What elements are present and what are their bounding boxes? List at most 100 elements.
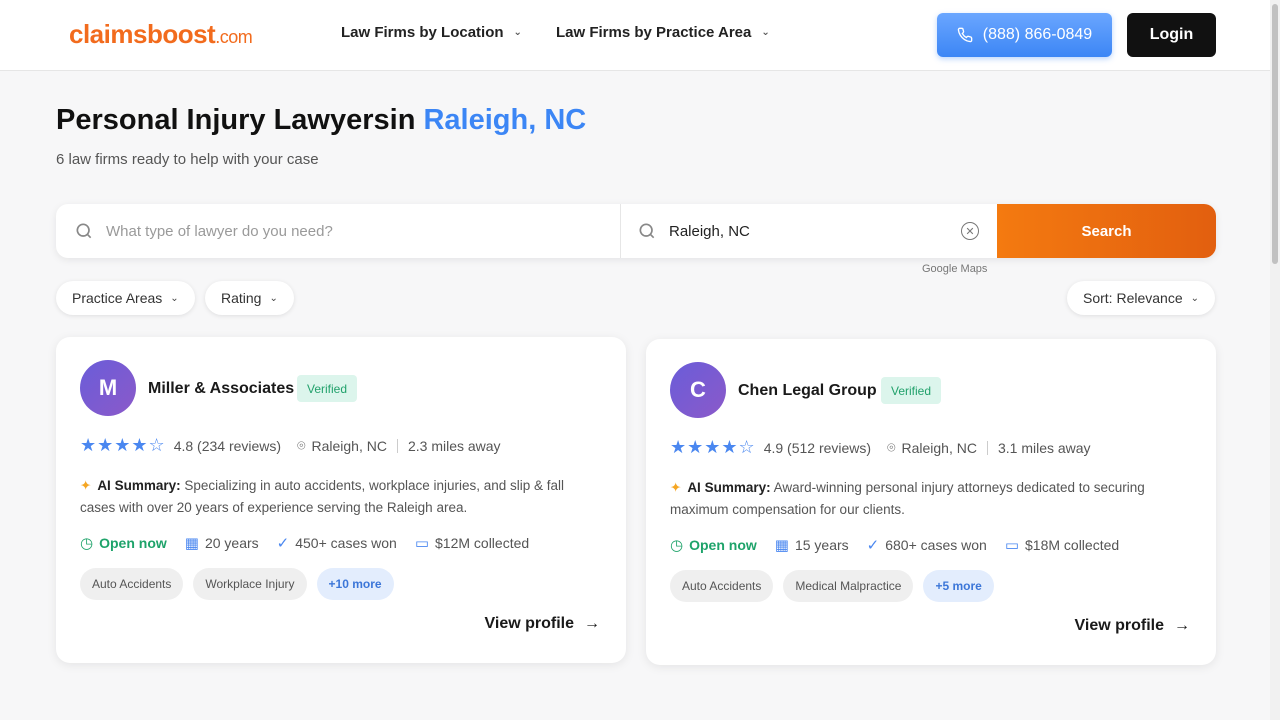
practice-tag[interactable]: Workplace Injury [193, 568, 307, 600]
firm-name[interactable]: Miller & Associates [148, 380, 294, 398]
years-stat: ▦ 20 years [185, 534, 259, 552]
collected-text: $18M collected [1025, 537, 1120, 553]
sort-label: Sort: Relevance [1083, 290, 1183, 306]
divider [986, 440, 988, 455]
divider [396, 438, 398, 453]
login-button[interactable]: Login [1127, 13, 1216, 57]
firm-card[interactable]: C Chen Legal Group Verified ★★★★☆ 4.9 (5… [646, 339, 1216, 665]
sparkle-icon: ✦ [80, 478, 92, 493]
ai-summary-label: AI Summary: [687, 480, 771, 495]
nav-label: Law Firms by Location [341, 24, 504, 41]
cases-stat: ✓ 450+ cases won [277, 534, 397, 552]
years-stat: ▦ 15 years [775, 536, 849, 554]
page-title-city: Raleigh, NC [423, 104, 587, 136]
phone-number: (888) 866-0849 [982, 26, 1093, 43]
page-title-prefix: Personal Injury Lawyersin [56, 104, 416, 136]
rating-text: 4.8 (234 reviews) [173, 437, 282, 454]
status-text: Open now [99, 535, 167, 551]
chevron-down-icon: ⌄ [513, 27, 522, 38]
scrollbar[interactable] [1270, 0, 1280, 720]
open-status: ◷ Open now [670, 536, 757, 554]
nav-law-firms-by-practice-area[interactable]: Law Firms by Practice Area ⌄ [556, 24, 770, 41]
firm-card[interactable]: M Miller & Associates Verified ★★★★☆ 4.8… [56, 337, 626, 663]
search-button[interactable]: Search [997, 204, 1216, 258]
open-status: ◷ Open now [80, 534, 167, 552]
money-icon: ▭ [414, 535, 429, 552]
verified-badge: Verified [297, 375, 358, 402]
firm-distance: 3.1 miles away [997, 439, 1091, 456]
search-what-field [56, 204, 621, 258]
nav-label: Law Firms by Practice Area [556, 24, 752, 41]
collected-stat: ▭ $18M collected [1005, 536, 1119, 554]
practice-tag[interactable]: Medical Malpractice [783, 570, 914, 602]
avatar: M [80, 360, 136, 416]
search-icon [76, 223, 92, 239]
scrollbar-thumb[interactable] [1272, 4, 1278, 264]
location-pin-icon: ⌾ [887, 439, 896, 455]
firm-name[interactable]: Chen Legal Group [738, 382, 877, 400]
check-badge-icon: ✓ [866, 537, 880, 554]
phone-icon [957, 27, 973, 43]
collected-text: $12M collected [435, 535, 530, 551]
site-header: claimsboost.com Law Firms by Location ⌄ … [0, 0, 1280, 71]
cases-text: 680+ cases won [885, 537, 987, 553]
collected-stat: ▭ $12M collected [415, 534, 529, 552]
firm-meta: ★★★★☆ 4.8 (234 reviews) ⌾ Raleigh, NC 2.… [80, 435, 501, 456]
search-icon [639, 223, 655, 239]
practice-tag[interactable]: Auto Accidents [80, 568, 184, 600]
more-tags-button[interactable]: +5 more [923, 570, 994, 602]
cases-stat: ✓ 680+ cases won [867, 536, 987, 554]
filter-label: Practice Areas [72, 290, 163, 306]
more-tags-button[interactable]: +10 more [316, 568, 394, 600]
search-input[interactable] [106, 222, 566, 240]
star-rating-icon: ★★★★☆ [670, 437, 756, 457]
firm-stats: ◷ Open now ▦ 15 years ✓ 680+ cases won ▭ $18… [670, 536, 1119, 554]
arrow-right-icon: → [1174, 617, 1190, 634]
sort-dropdown[interactable]: Sort: Relevance ⌄ [1067, 281, 1215, 315]
practice-tag[interactable]: Auto Accidents [670, 570, 774, 602]
view-profile-link[interactable]: View profile → [1074, 617, 1190, 635]
page-title: Personal Injury Lawyersin Raleigh, NC [56, 104, 586, 137]
avatar: C [670, 362, 726, 418]
sparkle-icon: ✦ [670, 480, 682, 495]
firm-distance: 2.3 miles away [407, 437, 501, 454]
ai-summary-label: AI Summary: [97, 478, 181, 493]
location-field[interactable]: Raleigh, NC ✕ [621, 204, 997, 258]
logo-tld: .com [215, 27, 253, 47]
clock-icon: ◷ [670, 537, 684, 554]
firm-location: Raleigh, NC [901, 439, 977, 456]
view-profile-link[interactable]: View profile → [484, 615, 600, 633]
chevron-down-icon: ⌄ [1190, 292, 1199, 304]
years-text: 15 years [794, 537, 849, 553]
practice-tags: Auto Accidents Workplace Injury +10 more [80, 568, 394, 600]
firm-stats: ◷ Open now ▦ 20 years ✓ 450+ cases won ▭ $12… [80, 534, 529, 552]
calendar-icon: ▦ [184, 535, 199, 552]
clock-icon: ◷ [80, 535, 94, 552]
chevron-down-icon: ⌄ [170, 292, 179, 304]
filter-label: Rating [221, 290, 262, 306]
firm-location: Raleigh, NC [311, 437, 387, 454]
search-bar: Raleigh, NC ✕ Search [56, 204, 1216, 258]
star-rating-icon: ★★★★☆ [80, 435, 166, 455]
location-pin-icon: ⌾ [297, 437, 306, 453]
rating-text: 4.9 (512 reviews) [763, 439, 872, 456]
rating-filter[interactable]: Rating ⌄ [205, 281, 294, 315]
view-profile-label: View profile [484, 615, 574, 632]
logo-text: claimsboost [69, 19, 216, 49]
logo[interactable]: claimsboost.com [69, 19, 253, 50]
money-icon: ▭ [1004, 537, 1019, 554]
status-text: Open now [689, 537, 757, 553]
ai-summary: ✦ AI Summary: Specializing in auto accide… [80, 475, 600, 519]
practice-tags: Auto Accidents Medical Malpractice +5 mo… [670, 570, 994, 602]
check-badge-icon: ✓ [276, 535, 290, 552]
cases-text: 450+ cases won [295, 535, 397, 551]
phone-button[interactable]: (888) 866-0849 [937, 13, 1112, 57]
practice-areas-filter[interactable]: Practice Areas ⌄ [56, 281, 195, 315]
nav-law-firms-by-location[interactable]: Law Firms by Location ⌄ [341, 24, 522, 41]
location-input[interactable]: Raleigh, NC [669, 223, 750, 240]
years-text: 20 years [204, 535, 259, 551]
firm-meta: ★★★★☆ 4.9 (512 reviews) ⌾ Raleigh, NC 3.… [670, 437, 1091, 458]
clear-icon[interactable]: ✕ [961, 222, 979, 240]
chevron-down-icon: ⌄ [269, 292, 278, 304]
google-maps-attribution: Google Maps [922, 263, 988, 275]
